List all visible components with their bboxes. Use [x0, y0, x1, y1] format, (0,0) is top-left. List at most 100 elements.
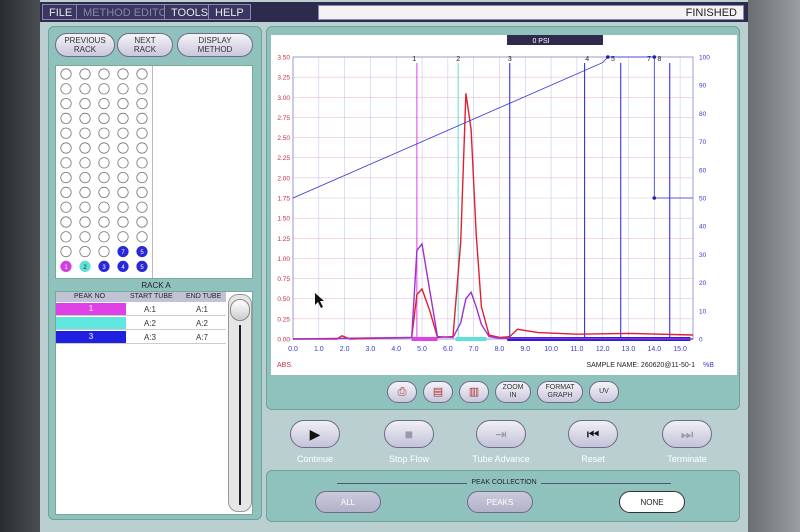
uv-button[interactable]: UV [589, 381, 619, 403]
y-tick-label: 2.00 [277, 175, 290, 182]
y-tick-label: 2.25 [277, 155, 290, 162]
none-button[interactable]: NONE [619, 491, 685, 513]
x-tick-label: 9.0 [520, 346, 530, 353]
tube-slot [136, 142, 148, 154]
peak-collection-title: PEAK COLLECTION [267, 479, 741, 486]
chart-background [271, 35, 737, 375]
y-tick-label: 0.50 [277, 296, 290, 303]
peak-table-scrollbar[interactable] [228, 294, 252, 512]
reset-button[interactable]: ⏮ [568, 420, 618, 448]
tube-marker-label: 1 [412, 56, 416, 63]
y2-tick-label: 40 [699, 224, 707, 231]
stop-flow-label: Stop Flow [388, 454, 430, 464]
y2-tick-label: 70 [699, 139, 707, 146]
tube-slot [136, 157, 148, 169]
tube-slot [117, 201, 129, 213]
terminate-label: Terminate [667, 454, 707, 464]
tube-slot [60, 201, 72, 213]
tube-grid: 1 2 3 4 57 5 [60, 68, 148, 272]
table-row[interactable]: 1 A:1 A:1 [56, 303, 226, 316]
x-tick-label: 13.0 [622, 346, 636, 353]
tube-slot [136, 97, 148, 110]
pressure-readout: 0 PSI [532, 38, 549, 45]
y2-tick-label: 30 [699, 252, 707, 259]
tube-slot [98, 127, 110, 139]
peak-collection-title-text: PEAK COLLECTION [467, 479, 541, 486]
tube-slot [117, 216, 129, 228]
all-button[interactable]: ALL [315, 491, 381, 513]
tube-slot [136, 186, 148, 199]
pressure-tab [507, 35, 603, 45]
tube-slot [79, 231, 91, 243]
previous-rack-button[interactable]: PREVIOUS RACK [55, 33, 115, 57]
stop-icon: ■ [404, 426, 414, 442]
abs-axis-label: ABS. [277, 362, 293, 369]
status-box: FINISHED [318, 5, 744, 20]
tube-marker-label: 3 [508, 56, 512, 63]
tube-slot [98, 186, 110, 199]
terminate-button[interactable]: ⏭ [662, 420, 712, 448]
tube-advance-button[interactable]: ⇥ [476, 420, 526, 448]
tube-slot [98, 83, 110, 95]
display-method-button[interactable]: DISPLAY METHOD [177, 33, 253, 57]
x-tick-label: 5.0 [417, 346, 427, 353]
table-row[interactable]: 3 A:3 A:7 [56, 331, 226, 344]
next-rack-button[interactable]: NEXT RACK [117, 33, 173, 57]
pdf-button[interactable]: ▤ [423, 381, 453, 403]
x-tick-label: 15.0 [673, 346, 687, 353]
y2-tick-label: 10 [699, 308, 707, 315]
menu-file[interactable]: FILE [42, 4, 80, 20]
tube-slot [136, 68, 148, 80]
tube-slot [136, 172, 148, 184]
tube-slot [117, 127, 129, 139]
tube-slot [60, 186, 72, 199]
scrollbar-rail [239, 325, 241, 505]
menu-bar: FILE METHOD EDITOR TOOLS HELP FINISHED [40, 2, 748, 22]
continue-label: Continue [296, 454, 334, 464]
format-graph-button[interactable]: FORMAT GRAPH [537, 381, 583, 403]
tube-rack: 1234575 [55, 65, 253, 279]
collection-band [411, 337, 438, 341]
x-tick-label: 0.0 [288, 346, 298, 353]
tube-slot [60, 83, 72, 95]
tube-slot [79, 201, 91, 213]
chromatogram-chart[interactable]: 0.0 1.0 2.0 3.0 4.0 5.0 6.0 7.0 8.0 9.0 10.0 11.0 12… [271, 35, 737, 375]
print-button[interactable]: ⎙ [387, 381, 417, 403]
tube-slot [98, 216, 110, 228]
menu-help[interactable]: HELP [208, 4, 251, 20]
tube-slot [60, 127, 72, 139]
x-tick-label: 12.0 [596, 346, 610, 353]
peak-collection-panel: PEAK COLLECTION ALL PEAKS NONE [266, 470, 740, 522]
tube-slot [79, 172, 91, 184]
stop-flow-button[interactable]: ■ [384, 420, 434, 448]
gradient-point [606, 55, 610, 59]
peaks-button[interactable]: PEAKS [467, 491, 533, 513]
document-icon: ▥ [468, 386, 480, 398]
peak-table-header: PEAK NO START TUBE END TUBE [56, 292, 226, 302]
scrollbar-thumb[interactable] [230, 299, 250, 321]
tube-slot [136, 201, 148, 213]
tube-slot [60, 231, 72, 243]
tube-slot [98, 142, 110, 154]
tube-marker-label: 2 [456, 56, 460, 63]
x-tick-label: 8.0 [495, 346, 505, 353]
tube-slot [79, 127, 91, 139]
tube-slot [98, 157, 110, 169]
tube-slot [79, 246, 91, 258]
table-row[interactable]: A:2 A:2 [56, 317, 226, 330]
tube-slot [60, 68, 72, 80]
tube-slot [117, 112, 129, 125]
tube-slot [79, 186, 91, 199]
y2-tick-label: 20 [699, 280, 707, 287]
tube-slot [60, 142, 72, 154]
y-tick-label: 1.75 [277, 196, 290, 203]
tube-slot [79, 142, 91, 154]
tube-slot [98, 112, 110, 125]
tube-slot [117, 83, 129, 95]
y-tick-label: 3.25 [277, 75, 290, 82]
zoom-in-button[interactable]: ZOOM IN [495, 381, 531, 403]
x-tick-label: 14.0 [647, 346, 661, 353]
y-tick-label: 1.25 [277, 236, 290, 243]
export-button[interactable]: ▥ [459, 381, 489, 403]
continue-button[interactable]: ▶ [290, 420, 340, 448]
